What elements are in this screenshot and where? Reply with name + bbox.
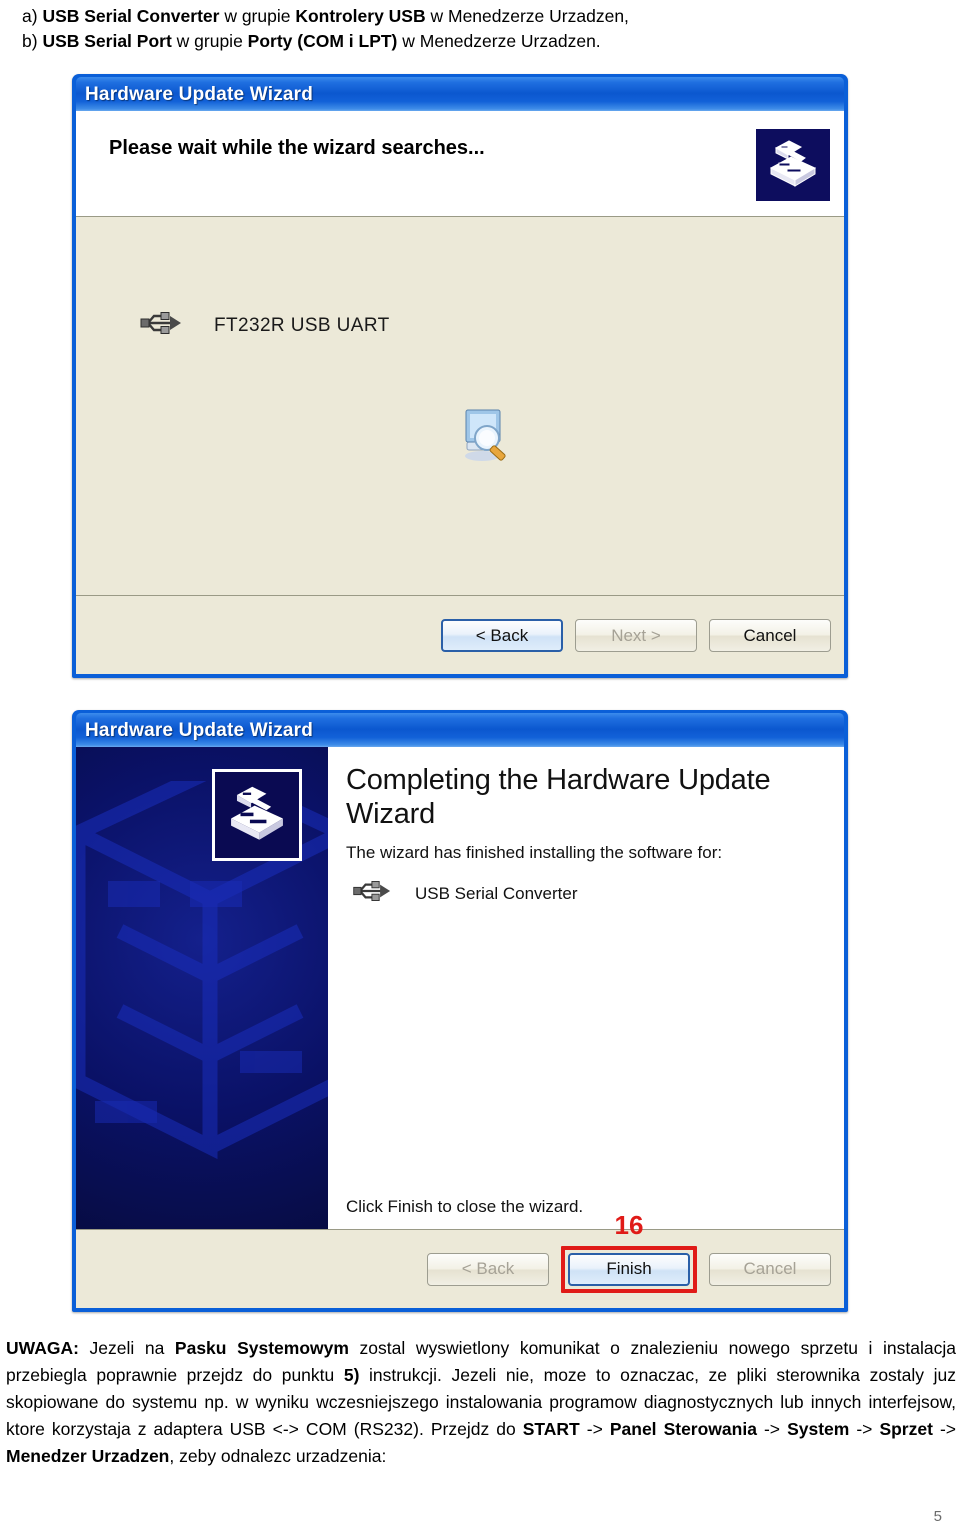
wizard-subtitle: The wizard has finished installing the s… [346, 843, 723, 862]
usb-device-icon [138, 308, 182, 343]
next-button[interactable]: Next > [575, 619, 697, 652]
device-name-label: USB Serial Converter [415, 883, 578, 903]
note-t4: -> [579, 1419, 610, 1439]
wizard-heading: Completing the Hardware Update Wizard [346, 764, 771, 830]
intro-line-a: a) USB Serial Converter w grupie Kontrol… [22, 4, 938, 29]
hardware-wizard-icon [212, 769, 302, 861]
intro-b-bold-port: USB Serial Port [42, 31, 172, 51]
titlebar-finish-dialog[interactable]: Hardware Update Wizard [76, 713, 844, 747]
note-b5-system: System [787, 1419, 850, 1439]
cancel-button[interactable]: Cancel [709, 619, 831, 652]
intro-a-bold-group: Kontrolery USB [295, 6, 426, 26]
back-button[interactable]: < Back [427, 1252, 549, 1286]
dialog-client-area: Please wait while the wizard searches... [76, 111, 844, 674]
finish-button[interactable]: Finish [568, 1252, 690, 1286]
note-t5: -> [756, 1419, 788, 1439]
dialog-button-bar: < Back 16 Finish Cancel [76, 1212, 844, 1308]
window-title: Hardware Update Wizard [85, 83, 314, 105]
note-b7-device-manager: Menedzer Urzadzen [6, 1446, 170, 1466]
note-t1: Jezeli na [78, 1338, 175, 1358]
back-button[interactable]: < Back [441, 619, 563, 652]
intro-b-bold-group: Porty (COM i LPT) [247, 31, 398, 51]
intro-b-suffix: w Menedzerze Urzadzen. [397, 31, 601, 51]
dialog-client-area: Completing the Hardware Update Wizard Th… [76, 747, 844, 1308]
note-paragraph: UWAGA: Jezeli na Pasku Systemowym zostal… [6, 1335, 956, 1470]
intro-a-mid: w grupie [219, 6, 296, 26]
installed-device-row: USB Serial Converter [351, 877, 578, 910]
dialog-button-bar: < Back Next > Cancel [76, 597, 844, 674]
intro-b-prefix: b) [22, 31, 43, 51]
titlebar-search-dialog[interactable]: Hardware Update Wizard [76, 77, 844, 111]
usb-device-icon [351, 877, 391, 910]
intro-a-bold-converter: USB Serial Converter [42, 6, 220, 26]
callout-step-number: 16 [614, 1209, 644, 1240]
wizard-header-band: Please wait while the wizard searches... [76, 111, 844, 217]
note-t8: , zeby odnalezc urzadzenia: [169, 1446, 387, 1466]
wizard-content-panel: Completing the Hardware Update Wizard Th… [329, 747, 844, 1229]
found-device-row: FT232R USB UART [138, 308, 390, 343]
intro-b-mid: w grupie [171, 31, 248, 51]
note-b2: 5) [343, 1365, 360, 1385]
intro-a-suffix: w Menedzerze Urzadzen, [425, 6, 629, 26]
search-computer-icon [454, 404, 516, 464]
wizard-banner-panel [76, 747, 329, 1229]
window-title: Hardware Update Wizard [85, 719, 314, 741]
note-t7: -> [932, 1419, 956, 1439]
hardware-wizard-icon [754, 127, 832, 203]
intro-a-prefix: a) [22, 6, 43, 26]
hardware-update-wizard-search-dialog: Hardware Update Wizard Please wait while… [72, 74, 848, 678]
wizard-body-area: FT232R USB UART [76, 218, 844, 596]
note-b1: Pasku Systemowym [174, 1338, 349, 1358]
page-number: 5 [933, 1508, 942, 1525]
intro-line-b: b) USB Serial Port w grupie Porty (COM i… [22, 29, 938, 54]
hardware-update-wizard-finish-dialog: Hardware Update Wizard Completing the Ha… [72, 710, 848, 1312]
intro-instructions: a) USB Serial Converter w grupie Kontrol… [22, 4, 938, 54]
note-label: UWAGA: [6, 1338, 79, 1358]
device-name-label: FT232R USB UART [214, 314, 390, 336]
note-b3-start: START [522, 1419, 580, 1439]
note-b4-control-panel: Panel Sterowania [609, 1419, 757, 1439]
wizard-footer-text: Click Finish to close the wizard. [346, 1197, 584, 1216]
finish-button-highlight: 16 Finish [561, 1212, 697, 1293]
note-b6-hardware: Sprzet [879, 1419, 933, 1439]
cancel-button[interactable]: Cancel [709, 1252, 831, 1286]
note-t6: -> [849, 1419, 880, 1439]
wizard-header-title: Please wait while the wizard searches... [109, 137, 485, 159]
